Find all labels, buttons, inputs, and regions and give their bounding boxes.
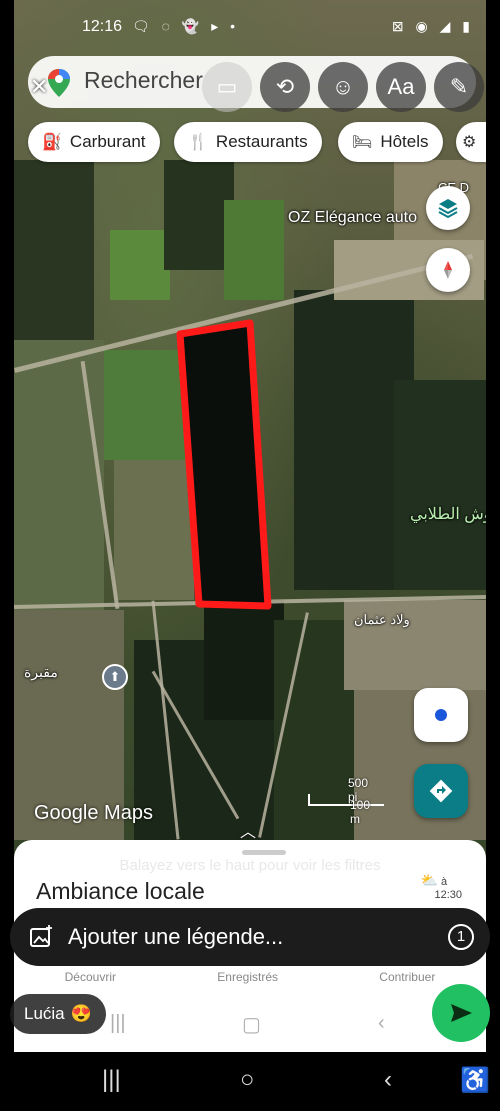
google-maps-logo: Google Maps — [34, 802, 153, 824]
google-maps-pin-icon — [48, 69, 70, 97]
home-icon[interactable]: ○ — [240, 1066, 255, 1094]
fork-knife-icon: 🍴 — [188, 134, 208, 151]
compass-button[interactable] — [426, 248, 470, 292]
status-time: 12:16 — [82, 18, 123, 35]
emoji-sticker-icon[interactable]: ☺ — [318, 62, 368, 112]
directions-button[interactable] — [414, 764, 468, 818]
cemetery-pin-icon[interactable]: ⬆ — [102, 664, 128, 690]
recipient-pill[interactable]: Lućia 😍 — [10, 994, 106, 1034]
sheet-title: Ambiance locale — [36, 878, 205, 904]
tab-contribuer[interactable]: Contribuer — [379, 970, 435, 984]
close-icon[interactable]: ✕ — [30, 74, 48, 100]
draw-tool-icon[interactable]: ✎ — [434, 62, 484, 112]
arabic-place-label: مقبرة — [24, 664, 58, 680]
tab-decouvrir[interactable]: Découvrir — [65, 970, 116, 984]
sheet-drag-handle[interactable] — [242, 850, 286, 855]
recipient-emoji: 😍 — [70, 1004, 92, 1023]
arabic-place-label: ولاد عثمان — [354, 612, 410, 627]
status-bar: 12:16 🗨 ◌ 👻 ▸ • ⊠ ◉ ◢ ▮ — [14, 14, 486, 44]
layers-button[interactable] — [426, 186, 470, 230]
directions-icon — [429, 779, 453, 803]
chevron-up-icon[interactable]: ︿ — [240, 818, 256, 842]
arabic-place-label: حوش الطلابي — [410, 506, 486, 523]
chip-label: Restaurants — [215, 132, 308, 151]
scale-metric: 100 m — [350, 798, 371, 826]
weather-label: à — [440, 876, 448, 888]
recipient-name: Lućia — [24, 1004, 65, 1023]
ghost-back-icon: ‹ — [378, 1012, 385, 1034]
settings-icon: ⚙ — [462, 134, 477, 151]
weather-widget[interactable]: ⛅ à 12:30 — [420, 872, 462, 902]
search-placeholder: Rechercher — [84, 67, 203, 93]
recents-icon[interactable]: ||| — [102, 1066, 121, 1094]
ghost-home-icon: ▢ — [242, 1014, 261, 1036]
notification-icons: 🗨 ◌ 👻 ▸ • — [132, 18, 240, 34]
view-once-icon[interactable]: 1 — [448, 924, 474, 950]
crop-rotate-icon[interactable]: ⟲ — [260, 62, 310, 112]
chip-label: Carburant — [69, 132, 146, 151]
send-icon — [451, 1004, 472, 1022]
weather-icon: ⛅ — [420, 872, 438, 888]
location-dot-icon — [433, 707, 449, 723]
fuel-icon: ⛽ — [42, 134, 62, 151]
add-image-icon[interactable] — [28, 924, 54, 950]
chip-hotels[interactable]: 🛏 Hôtels — [338, 122, 443, 162]
caption-bar[interactable]: Ajouter une légende... 1 — [10, 908, 490, 966]
layers-icon — [438, 199, 458, 219]
chip-label: Hôtels — [380, 132, 429, 151]
tab-enregistres[interactable]: Enregistrés — [217, 970, 278, 984]
ghost-recents-icon: ||| — [110, 1012, 126, 1034]
swipe-hint: Balayez vers le haut pour voir les filtr… — [119, 857, 381, 874]
caption-input[interactable]: Ajouter une légende... — [68, 924, 283, 950]
weather-time: 12:30 — [434, 889, 462, 901]
chip-restaurants[interactable]: 🍴 Restaurants — [174, 122, 322, 162]
my-location-button[interactable] — [414, 688, 468, 742]
sticker-faint-icon[interactable]: ▭ — [202, 62, 252, 112]
back-icon[interactable]: ‹ — [384, 1066, 392, 1094]
text-tool-icon[interactable]: Aa — [376, 62, 426, 112]
compass-icon — [444, 261, 452, 279]
send-button[interactable] — [432, 984, 490, 1042]
system-nav-bar: ||| ○ ‹ ♿ — [0, 1052, 500, 1111]
business-label[interactable]: OZ Elégance auto — [288, 209, 417, 227]
chip-carburant[interactable]: ⛽ Carburant — [28, 122, 160, 162]
accessibility-icon[interactable]: ♿ — [460, 1066, 490, 1095]
scale-bar — [308, 794, 384, 806]
system-status-icons: ⊠ ◉ ◢ ▮ — [391, 18, 474, 34]
sheet-tabs: Découvrir Enregistrés Contribuer — [14, 970, 486, 984]
bed-icon: 🛏 — [352, 134, 373, 151]
